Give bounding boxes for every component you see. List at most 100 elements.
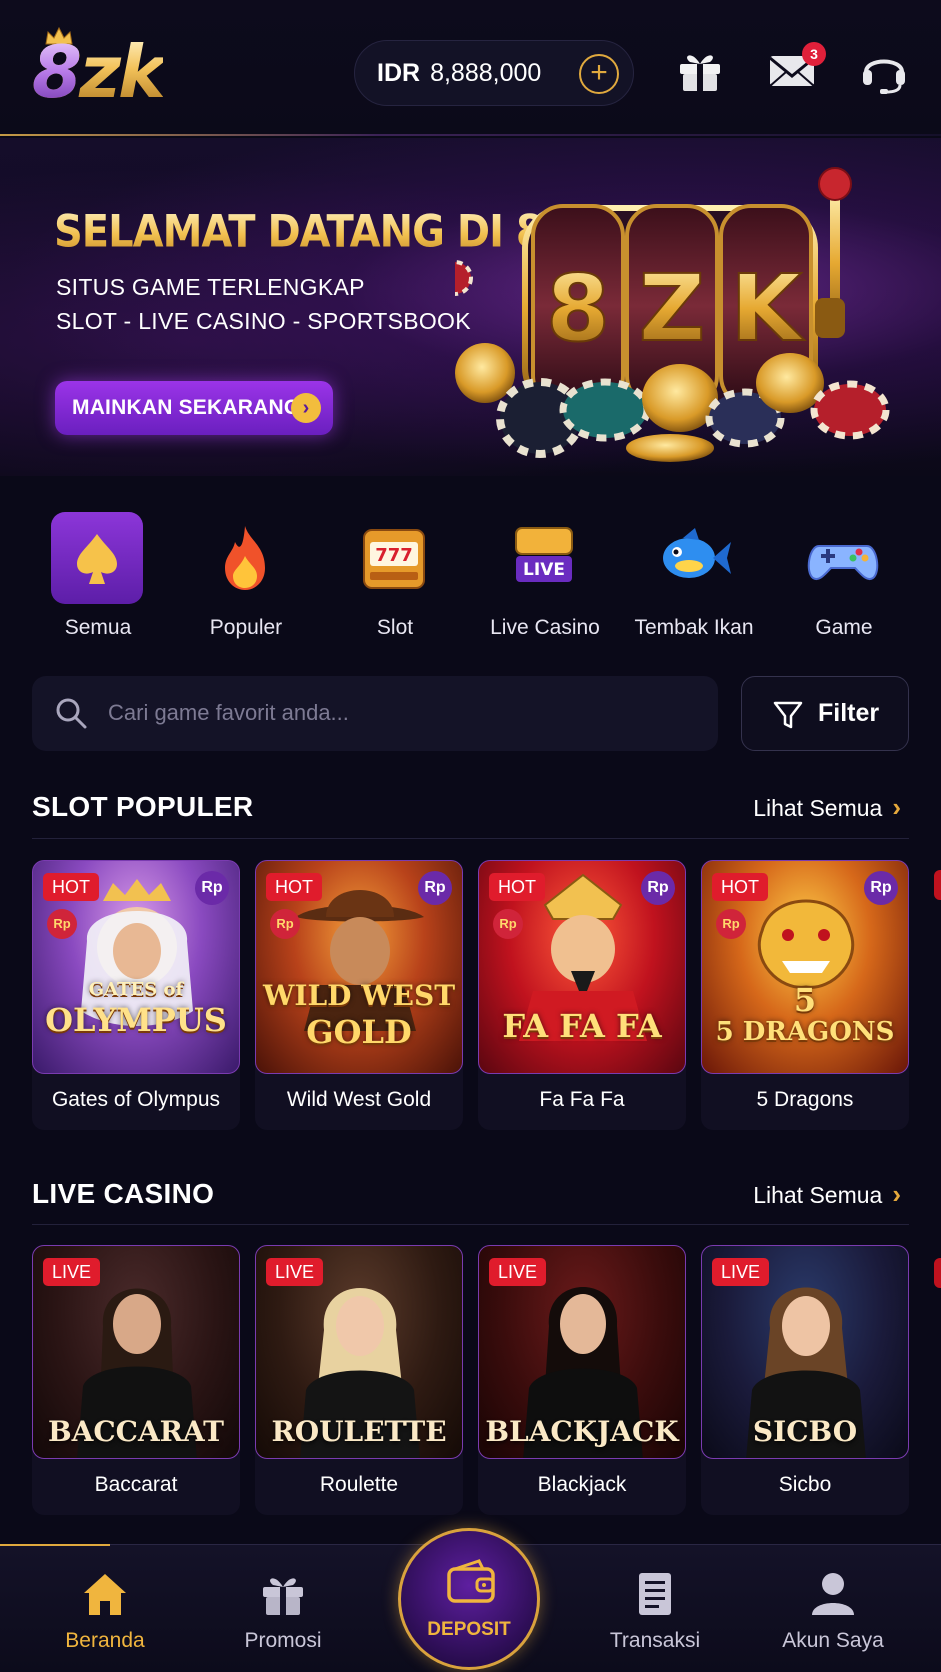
category-label: Slot — [376, 616, 414, 639]
game-card-5-dragons[interactable]: 5 5 DRAGONS HOT Rp Rp 5 Dragons — [701, 860, 909, 1130]
coin-icon: Rp — [270, 909, 300, 939]
next-card-peek — [934, 870, 941, 900]
nav-promo-label: Promosi — [244, 1629, 322, 1652]
live-card-roulette[interactable]: LIVE ROULETTE Roulette — [255, 1245, 463, 1515]
live-card-baccarat[interactable]: LIVE BACCARAT Baccarat — [32, 1245, 240, 1515]
category-slot[interactable]: 777 Slot — [320, 512, 470, 642]
chevron-right-icon: › — [892, 792, 901, 822]
balance-pill[interactable]: IDR 8,888,000 + — [354, 40, 634, 106]
game-card-fa-fa-fa[interactable]: FA FA FA HOT Rp Rp Fa Fa Fa — [478, 860, 686, 1130]
category-icon-bg — [199, 512, 291, 604]
game-thumbnail: 5 5 DRAGONS HOT Rp Rp — [701, 860, 909, 1074]
see-all-label: Lihat Semua — [753, 1182, 883, 1208]
search-bar[interactable] — [32, 676, 718, 751]
nav-promo[interactable]: Promosi — [208, 1569, 358, 1665]
game-name: Blackjack — [537, 1473, 627, 1496]
category-label: Populer — [209, 616, 283, 639]
live-badge: LIVE — [712, 1258, 770, 1286]
reel-symbol-3: K — [730, 255, 805, 362]
nav-home[interactable]: Beranda — [30, 1569, 180, 1665]
filter-label: Filter — [818, 699, 880, 727]
play-now-button[interactable]: MAINKAN SEKARANG › — [55, 381, 333, 435]
gamepad-icon — [807, 545, 879, 580]
filter-icon — [773, 701, 803, 729]
game-name: Fa Fa Fa — [539, 1088, 625, 1111]
hot-badge: HOT — [266, 873, 322, 901]
game-art-title-2: OLYMPUS — [45, 1001, 227, 1039]
add-funds-button[interactable]: + — [579, 54, 619, 94]
currency-badge: Rp — [864, 871, 898, 905]
coin-icon: Rp — [493, 909, 523, 939]
live-art-title: ROULETTE — [271, 1415, 447, 1448]
user-icon — [812, 1573, 854, 1615]
game-art-title-2: 5 DRAGONS — [715, 1017, 895, 1047]
live-art-title: SICBO — [752, 1415, 858, 1448]
document-icon — [639, 1573, 671, 1615]
section-divider — [32, 838, 909, 839]
category-label: Tembak Ikan — [634, 616, 754, 639]
deposit-label: DEPOSIT — [427, 1619, 511, 1640]
game-art-title-1: GATES of — [88, 979, 184, 1000]
chevron-right-icon: › — [892, 1179, 901, 1209]
category-live-casino[interactable]: LIVE Live Casino — [470, 512, 620, 642]
search-input[interactable] — [108, 694, 668, 732]
gift-icon[interactable] — [674, 44, 726, 96]
live-card-blackjack[interactable]: LIVE BLACKJACK Blackjack — [478, 1245, 686, 1515]
brand-logo[interactable]: 8zk — [32, 26, 182, 114]
category-label: Game — [815, 616, 873, 639]
game-name: Roulette — [319, 1473, 399, 1496]
filter-button[interactable]: Filter — [741, 676, 909, 751]
fish-icon — [663, 528, 731, 578]
reel-symbol-2: Z — [639, 255, 706, 362]
app-header: 8zk IDR 8,888,000 + 3 — [0, 0, 941, 136]
live-thumbnail: LIVE SICBO — [701, 1245, 909, 1459]
slot-icon-text: 777 — [375, 545, 413, 566]
banner-subtitle-1: SITUS GAME TERLENGKAP — [56, 274, 365, 300]
category-populer[interactable]: Populer — [171, 512, 321, 642]
home-icon — [84, 1574, 126, 1615]
category-game[interactable]: Game — [769, 512, 919, 642]
slot-machine-icon: 777 — [363, 529, 425, 589]
game-name: Baccarat — [94, 1473, 178, 1496]
logo-wordmark: 8zk — [32, 30, 166, 114]
game-art-title-1: 5 — [793, 981, 817, 1019]
live-badge: LIVE — [489, 1258, 547, 1286]
category-semua[interactable]: Semua — [23, 512, 173, 642]
game-card-wild-west-gold[interactable]: WILD WEST GOLD HOT Rp Rp Wild West Gold — [255, 860, 463, 1130]
live-see-all-link[interactable]: Lihat Semua › — [753, 1179, 901, 1210]
live-card-sicbo[interactable]: LIVE SICBO Sicbo — [701, 1245, 909, 1515]
search-icon — [56, 698, 87, 729]
nav-transactions[interactable]: Transaksi — [580, 1569, 730, 1665]
mail-unread-badge: 3 — [802, 42, 826, 66]
category-label: Live Casino — [490, 616, 600, 639]
live-casino-icon: LIVE — [515, 527, 573, 582]
category-tembak-ikan[interactable]: Tembak Ikan — [619, 512, 769, 642]
slot-see-all-link[interactable]: Lihat Semua › — [753, 792, 901, 823]
game-card-gates-of-olympus[interactable]: GATES of OLYMPUS HOT Rp Rp Gates of Olym… — [32, 860, 240, 1130]
live-thumbnail: LIVE BACCARAT — [32, 1245, 240, 1459]
see-all-label: Lihat Semua — [753, 795, 883, 821]
hero-banner[interactable]: SELAMAT DATANG DI 8ZK SITUS GAME TERLENG… — [0, 138, 941, 476]
category-label: Semua — [64, 616, 132, 639]
slot-machine-illustration: 8 Z K — [455, 167, 890, 462]
coin-icon: Rp — [47, 909, 77, 939]
game-thumbnail: GATES of OLYMPUS HOT Rp Rp — [32, 860, 240, 1074]
live-thumbnail: LIVE ROULETTE — [255, 1245, 463, 1459]
hot-badge: HOT — [43, 873, 99, 901]
balance-amount: 8,888,000 — [430, 58, 542, 87]
hot-badge: HOT — [712, 873, 768, 901]
currency-badge: Rp — [418, 871, 452, 905]
spade-icon — [77, 534, 117, 584]
next-card-peek — [934, 1258, 941, 1288]
currency-badge: Rp — [641, 871, 675, 905]
gift-icon — [263, 1578, 303, 1615]
game-name: 5 Dragons — [756, 1088, 854, 1111]
nav-account[interactable]: Akun Saya — [758, 1569, 908, 1665]
deposit-button[interactable]: DEPOSIT — [398, 1528, 540, 1670]
headset-icon[interactable] — [858, 44, 910, 96]
banner-subtitle-2: SLOT - LIVE CASINO - SPORTSBOOK — [56, 308, 471, 334]
game-art-title-2: FA FA FA — [502, 1007, 662, 1045]
currency-badge: Rp — [195, 871, 229, 905]
live-icon-text: LIVE — [523, 560, 565, 580]
nav-transactions-label: Transaksi — [609, 1629, 701, 1652]
